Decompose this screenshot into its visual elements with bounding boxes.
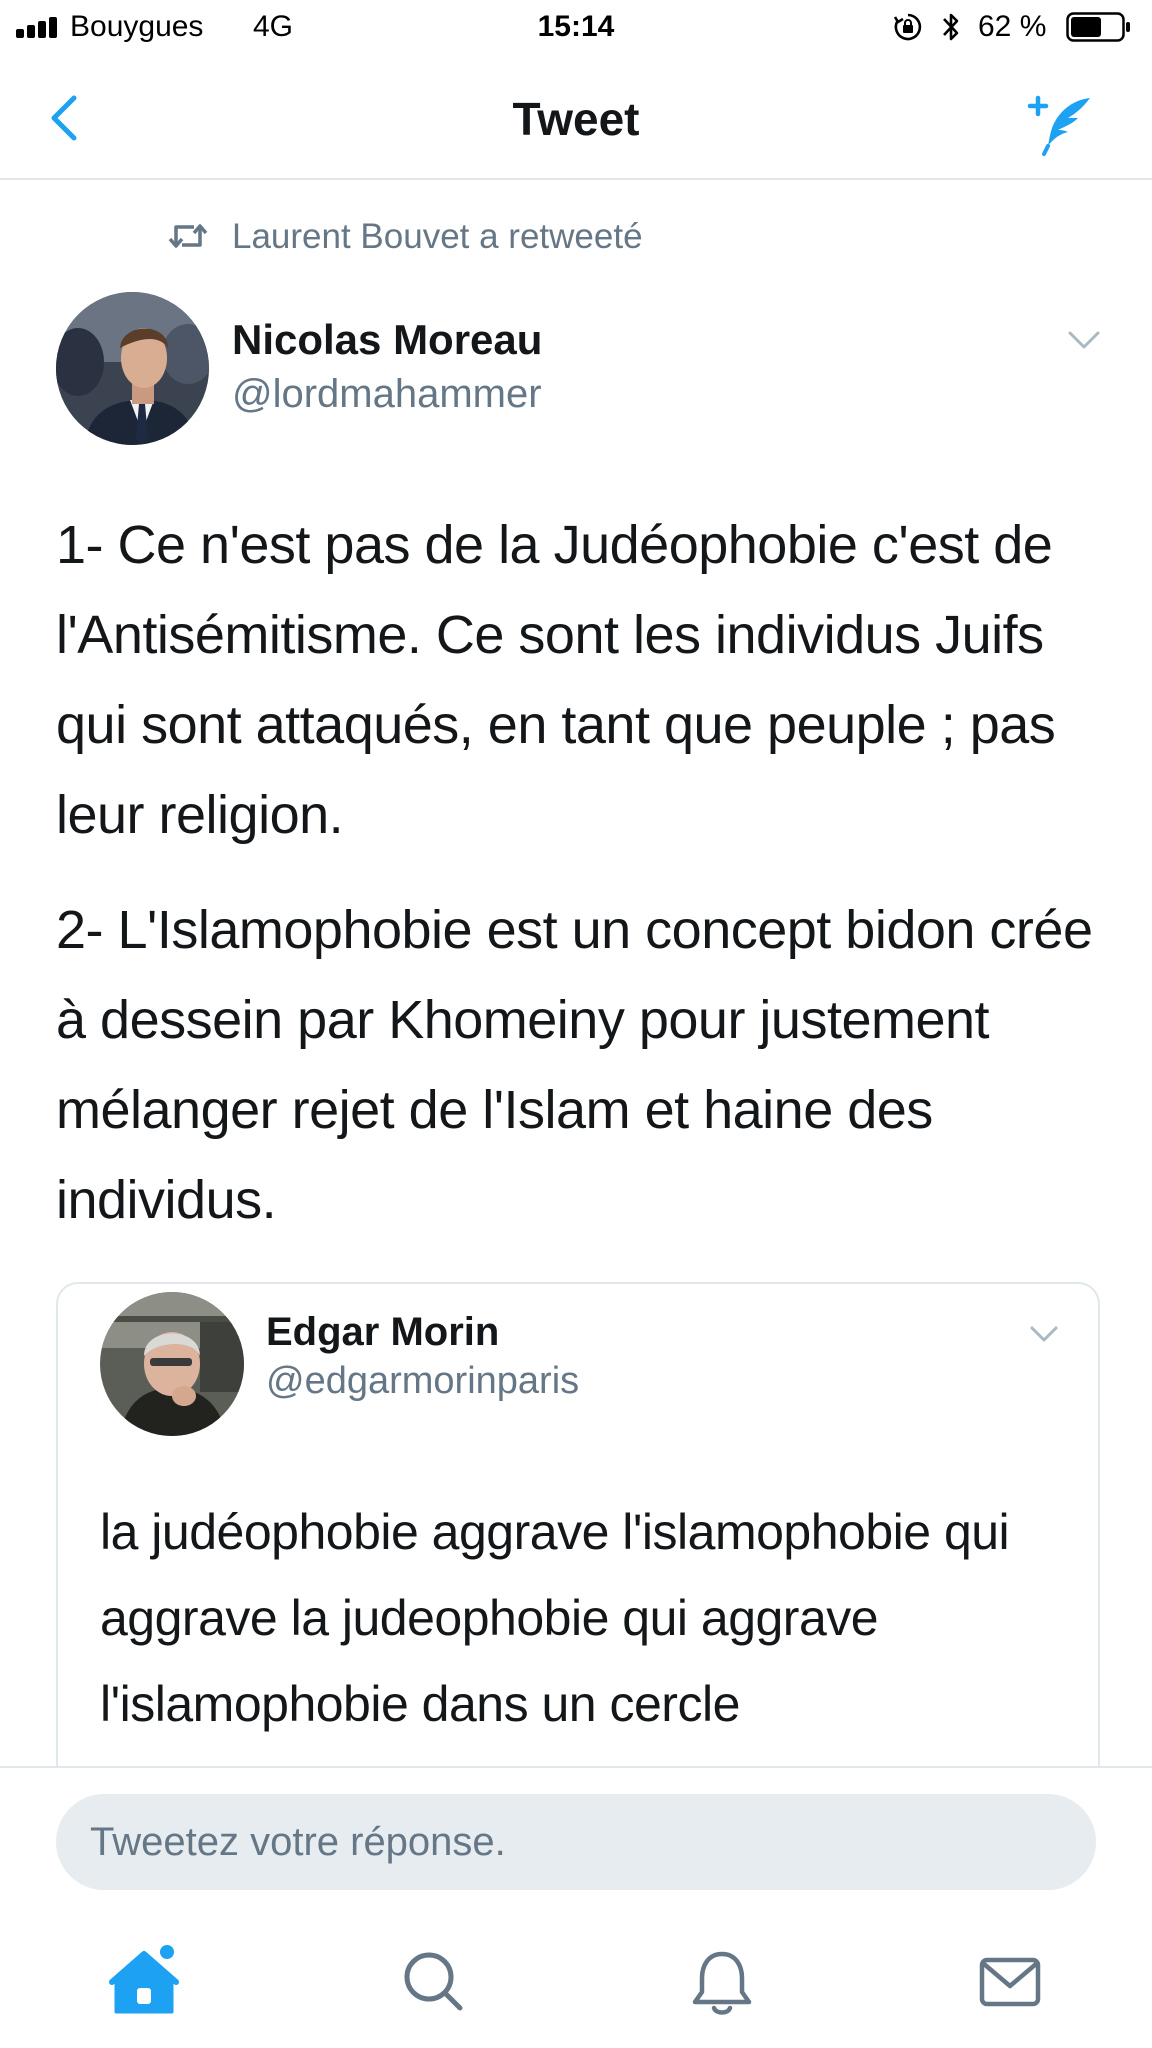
chevron-down-icon[interactable]	[1028, 1324, 1060, 1346]
rotation-lock-icon	[893, 13, 922, 41]
status-bar: Bouygues 4G 15:14 62 %	[0, 0, 1152, 58]
author-handle[interactable]: @lordmahammer	[232, 372, 542, 417]
quoted-author-avatar[interactable]	[100, 1292, 244, 1436]
reply-bar	[0, 1766, 1152, 1914]
search-icon[interactable]	[394, 1942, 474, 2022]
retweet-icon	[168, 224, 208, 248]
tweet-paragraph: 1- Ce n'est pas de la Judéophobie c'est …	[56, 515, 1056, 845]
tweet-paragraph: 2- L'Islamophobie est un concept bidon c…	[56, 900, 1093, 1230]
quoted-tweet-text: la judéophobie aggrave l'islamophobie qu…	[100, 1504, 1010, 1732]
chevron-down-icon[interactable]	[1066, 328, 1102, 352]
author-name[interactable]: Nicolas Moreau	[232, 316, 542, 364]
quoted-tweet-card[interactable]: Edgar Morin @edgarmorinparis la judéopho…	[56, 1282, 1100, 1804]
battery-icon	[1066, 12, 1130, 42]
bluetooth-icon	[943, 13, 959, 41]
quoted-author-handle[interactable]: @edgarmorinparis	[266, 1360, 579, 1403]
notifications-icon[interactable]	[682, 1942, 762, 2022]
retweeted-by-label: Laurent Bouvet a retweeté	[232, 217, 643, 256]
home-icon[interactable]	[104, 1942, 184, 2022]
avatar[interactable]	[56, 292, 209, 445]
reply-input[interactable]	[56, 1794, 1096, 1890]
compose-tweet-icon[interactable]	[1020, 88, 1100, 158]
tweet-text: 1- Ce n'est pas de la Judéophobie c'est …	[56, 500, 1116, 1245]
quoted-author-name[interactable]: Edgar Morin	[266, 1310, 499, 1355]
messages-icon[interactable]	[970, 1942, 1050, 2022]
page-title: Tweet	[512, 93, 640, 145]
tweet-detail-screen: Bouygues 4G 15:14 62 % Tweet Laurent Bou…	[0, 0, 1152, 2048]
battery-percent: 62 %	[978, 10, 1047, 43]
tab-bar	[0, 1912, 1152, 2048]
nav-bar: Tweet	[0, 58, 1152, 180]
